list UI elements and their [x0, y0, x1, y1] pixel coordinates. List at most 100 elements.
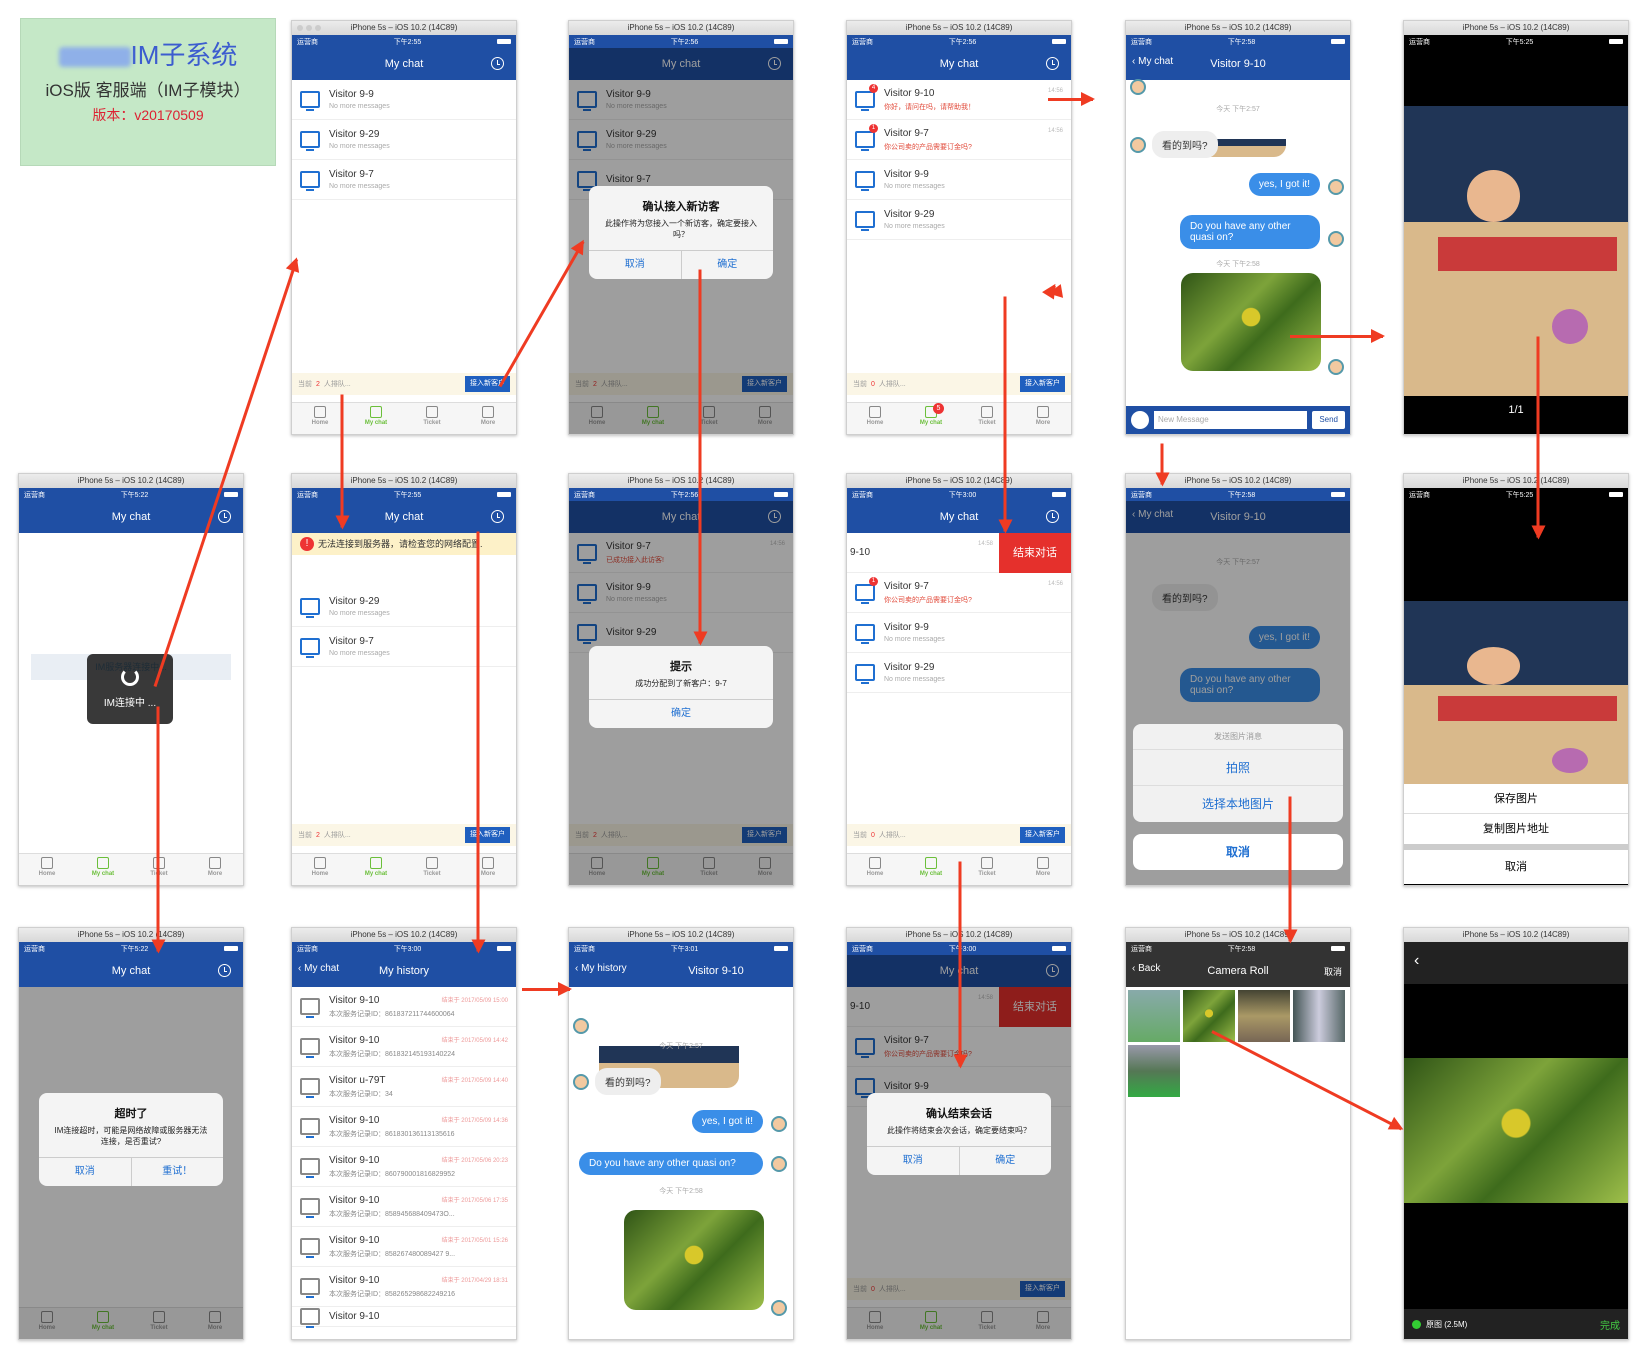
spinner-icon: [121, 668, 139, 686]
tab-mychat[interactable]: My chat: [348, 403, 404, 434]
chat-row[interactable]: Visitor 9-7 No more messages: [292, 627, 516, 667]
monitor-icon: [300, 1118, 320, 1138]
screen-image-viewer: iPhone 5s – iOS 10.2 (14C89) 运营商 下午5:25 1…: [1403, 20, 1629, 435]
image-message[interactable]: [624, 1210, 764, 1310]
send-button[interactable]: Send: [1312, 411, 1345, 429]
history-row[interactable]: Visitor 9-10 本次服务记录ID：861837211744600064 结…: [292, 987, 516, 1027]
cancel-button[interactable]: 取消: [39, 1158, 131, 1186]
chat-row[interactable]: Visitor 9-29 No more messages: [292, 587, 516, 627]
back-chevron-icon[interactable]: ‹: [1404, 942, 1628, 984]
history-row[interactable]: Visitor 9-10 本次服务记录ID：861830136113135616 结…: [292, 1107, 516, 1147]
cancel-button[interactable]: 取消: [589, 251, 681, 279]
cancel-button[interactable]: 取消: [1404, 850, 1628, 884]
chat-row[interactable]: Visitor 9-29 No more messages: [847, 653, 1071, 693]
message-bubble: 看的到吗?: [595, 1068, 661, 1095]
original-toggle-icon[interactable]: [1412, 1319, 1421, 1329]
nav-title: My chat: [384, 58, 424, 70]
back-button[interactable]: ‹ My chat: [298, 963, 339, 974]
photo-thumbnail[interactable]: [1293, 990, 1345, 1042]
avatar: [1328, 359, 1344, 375]
cancel-button[interactable]: 取消: [867, 1147, 959, 1175]
history-row[interactable]: Visitor 9-10 本次服务记录ID：858265298682249216 结…: [292, 1267, 516, 1307]
doc-version: 版本：v20170509: [92, 107, 204, 123]
history-clock-icon[interactable]: [491, 510, 504, 523]
monitor-icon: [300, 1238, 320, 1258]
retry-button[interactable]: 重试！: [130, 1158, 224, 1186]
screen-image-preview: iPhone 5s – iOS 10.2 (14C89) ‹ 原图 (2.5M)…: [1403, 927, 1629, 1340]
chat-row[interactable]: 1 Visitor 9-7 你公司卖的产品需要订金吗? 14:56: [847, 120, 1071, 160]
history-clock-icon[interactable]: [491, 57, 504, 70]
chat-row[interactable]: 4 Visitor 9-10 你好，请问在吗，请帮助我！ 14:56: [847, 80, 1071, 120]
chat-row[interactable]: 1 Visitor 9-7 你公司卖的产品需要订金吗? 14:56: [847, 573, 1071, 613]
copy-image-url-option[interactable]: 复制图片地址: [1404, 814, 1628, 844]
message-input[interactable]: New Message: [1154, 411, 1308, 429]
screen-swipe-end: iPhone 5s – iOS 10.2 (14C89) 运营商 下午3:00 M…: [846, 473, 1072, 886]
chat-row[interactable]: Visitor 9-9 No more messages: [847, 160, 1071, 200]
photo-thumbnail[interactable]: [1238, 990, 1290, 1042]
history-clock-icon[interactable]: [218, 964, 231, 977]
screen-connection-error: iPhone 5s – iOS 10.2 (14C89) 运营商 下午2:55 M…: [291, 473, 517, 886]
screen-history: iPhone 5s – iOS 10.2 (14C89) 运营商 下午3:00 ‹…: [291, 927, 517, 1340]
save-image-option[interactable]: 保存图片: [1404, 784, 1628, 814]
monitor-icon: [855, 664, 875, 684]
photo-thumbnail[interactable]: [1183, 990, 1235, 1042]
confirm-end-dialog: 确认结束会话 此操作将结束会次会话，确定要结束吗？ 取消 确定: [867, 1093, 1051, 1175]
choose-local-image-option[interactable]: 选择本地图片: [1133, 786, 1343, 822]
chat-row[interactable]: Visitor 9-29 No more messages: [292, 120, 516, 160]
photo-thumbnail[interactable]: [1128, 1045, 1180, 1097]
tab-more[interactable]: More: [460, 403, 516, 434]
doc-title: IM子系统: [130, 40, 238, 70]
confirm-button[interactable]: 确定: [680, 251, 774, 279]
image-picker-icon[interactable]: [1131, 411, 1149, 429]
end-chat-button[interactable]: 结束对话: [999, 533, 1071, 573]
chat-row-swiped[interactable]: 9-10 14:58 结束对话: [847, 533, 1071, 573]
back-button[interactable]: ‹ Back: [1132, 963, 1160, 974]
screen-send-image-sheet: iPhone 5s – iOS 10.2 (14C89) 运营商 下午2:58 ‹…: [1125, 473, 1351, 886]
history-clock-icon[interactable]: [1046, 510, 1059, 523]
flow-arrow: [1003, 296, 1007, 532]
cancel-button[interactable]: 取消: [1133, 834, 1343, 870]
screen-timeout: iPhone 5s – iOS 10.2 (14C89) 运营商 下午5:22 M…: [18, 927, 244, 1340]
screen-connecting: iPhone 5s – iOS 10.2 (14C89) 运营商 下午5:22 M…: [18, 473, 244, 886]
history-row[interactable]: Visitor 9-10 本次服务记录ID：860790001816829952 结…: [292, 1147, 516, 1187]
monitor-icon: [300, 598, 320, 618]
preview-image: [1404, 1058, 1628, 1203]
avatar: [1328, 231, 1344, 247]
blurred-brand: [58, 47, 131, 68]
flow-arrow: [476, 531, 480, 952]
cancel-button[interactable]: 取消: [1324, 965, 1342, 978]
history-clock-icon[interactable]: [1046, 57, 1059, 70]
image-message[interactable]: [1181, 273, 1321, 371]
history-clock-icon[interactable]: [218, 510, 231, 523]
history-row[interactable]: Visitor u-79T 本次服务记录ID：34 结束于 2017/05/09 1…: [292, 1067, 516, 1107]
history-row[interactable]: Visitor 9-10 本次服务记录ID：861832145193140224 结…: [292, 1027, 516, 1067]
done-button[interactable]: 完成: [1600, 1317, 1620, 1332]
back-button[interactable]: ‹ My history: [575, 963, 627, 974]
back-button[interactable]: ‹ My chat: [1132, 56, 1173, 67]
avatar: [573, 1018, 589, 1034]
chat-row[interactable]: Visitor 9-7 No more messages: [292, 160, 516, 200]
chat-row[interactable]: Visitor 9-29 No more messages: [847, 200, 1071, 240]
nav-bar: My chat: [292, 48, 516, 80]
screen-history-chat: iPhone 5s – iOS 10.2 (14C89) 运营商 下午3:01 ‹…: [568, 927, 794, 1340]
flow-arrow: [1536, 336, 1540, 538]
doc-title-card: IM子系统 iOS版 客服端（IM子模块） 版本：v20170509: [20, 18, 276, 166]
photo-thumbnail[interactable]: [1128, 990, 1180, 1042]
timeout-dialog: 超时了 IM连接超时，可能是网络故障或服务器无法连接，是否重试? 取消 重试！: [39, 1093, 223, 1186]
chat-row[interactable]: Visitor 9-9 No more messages: [847, 613, 1071, 653]
confirm-button[interactable]: 确定: [589, 700, 773, 728]
flow-arrow: [156, 706, 160, 952]
status-bar: 运营商 下午2:55: [292, 35, 516, 48]
monitor-icon: [300, 1198, 320, 1218]
confirm-button[interactable]: 确定: [958, 1147, 1052, 1175]
history-row[interactable]: Visitor 9-10: [292, 1307, 516, 1328]
action-sheet-cancel: 取消: [1133, 834, 1343, 870]
error-banner: ! 无法连接到服务器，请检查您的网络配置.: [292, 533, 516, 555]
history-row[interactable]: Visitor 9-10 本次服务记录ID：858267480089427 9..…: [292, 1227, 516, 1267]
history-list: Visitor 9-10 本次服务记录ID：861837211744600064 结…: [292, 987, 516, 1307]
tab-ticket[interactable]: Ticket: [404, 403, 460, 434]
history-row[interactable]: Visitor 9-10 本次服务记录ID：858945688409473O...…: [292, 1187, 516, 1227]
fullscreen-image[interactable]: [1404, 106, 1628, 396]
take-photo-option[interactable]: 拍照: [1133, 750, 1343, 786]
chat-row[interactable]: Visitor 9-9 No more messages: [292, 80, 516, 120]
